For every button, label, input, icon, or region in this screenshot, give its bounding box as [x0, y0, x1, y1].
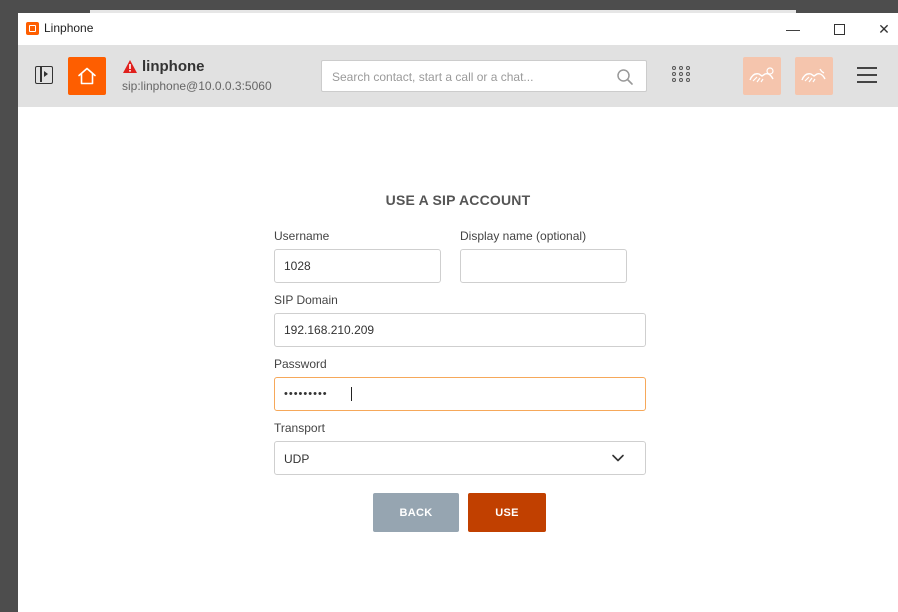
back-button[interactable]: BACK	[373, 493, 459, 532]
minimize-button[interactable]: —	[770, 13, 816, 45]
chevron-down-icon	[612, 454, 624, 462]
maximize-button[interactable]	[816, 13, 862, 45]
desktop-left-edge	[0, 0, 18, 612]
display-name-label: Display name (optional)	[460, 229, 587, 243]
username-input[interactable]	[274, 249, 441, 283]
app-window: Linphone — ✕ linphone sip:linphone@10.0.…	[18, 13, 898, 612]
sidebar-toggle-icon[interactable]	[35, 66, 53, 84]
warning-icon	[123, 60, 137, 73]
window-title: Linphone	[44, 21, 94, 35]
password-label: Password	[274, 357, 327, 371]
close-button[interactable]: ✕	[861, 13, 898, 45]
app-logo-icon	[26, 22, 39, 35]
maximize-icon	[833, 24, 845, 35]
conference-icon	[749, 67, 774, 83]
dialpad-icon[interactable]	[672, 66, 692, 86]
search-input[interactable]	[330, 67, 604, 87]
start-conference-button[interactable]	[743, 57, 781, 95]
search-icon	[617, 69, 633, 85]
account-name[interactable]: linphone	[142, 58, 205, 75]
text-cursor	[351, 387, 352, 401]
transport-label: Transport	[274, 421, 325, 435]
conference-call-icon	[801, 68, 826, 83]
search-bar[interactable]	[321, 60, 647, 92]
transport-select[interactable]: UDP	[274, 441, 646, 475]
transport-selected-value: UDP	[284, 452, 310, 466]
password-input[interactable]	[274, 377, 646, 411]
home-button[interactable]	[68, 57, 106, 95]
sip-domain-input[interactable]	[274, 313, 646, 347]
use-button[interactable]: USE	[468, 493, 546, 532]
home-icon	[78, 67, 96, 85]
username-label: Username	[274, 229, 330, 243]
menu-icon[interactable]	[857, 66, 877, 84]
conference-call-button[interactable]	[795, 57, 833, 95]
sip-domain-label: SIP Domain	[274, 293, 338, 307]
form-title: USE A SIP ACCOUNT	[385, 192, 531, 208]
main-toolbar: linphone sip:linphone@10.0.0.3:5060	[18, 45, 898, 107]
display-name-input[interactable]	[460, 249, 627, 283]
title-bar: Linphone — ✕	[18, 13, 898, 45]
account-sip-address[interactable]: sip:linphone@10.0.0.3:5060	[122, 79, 272, 93]
